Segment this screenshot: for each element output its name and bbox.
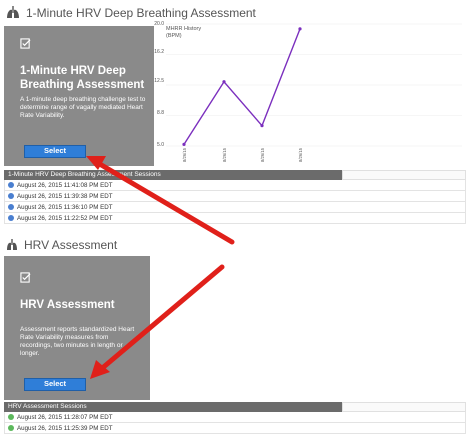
arrow-to-select-2 bbox=[90, 264, 225, 379]
annotation-arrows bbox=[86, 156, 235, 379]
arrow-to-select-1 bbox=[86, 156, 235, 245]
